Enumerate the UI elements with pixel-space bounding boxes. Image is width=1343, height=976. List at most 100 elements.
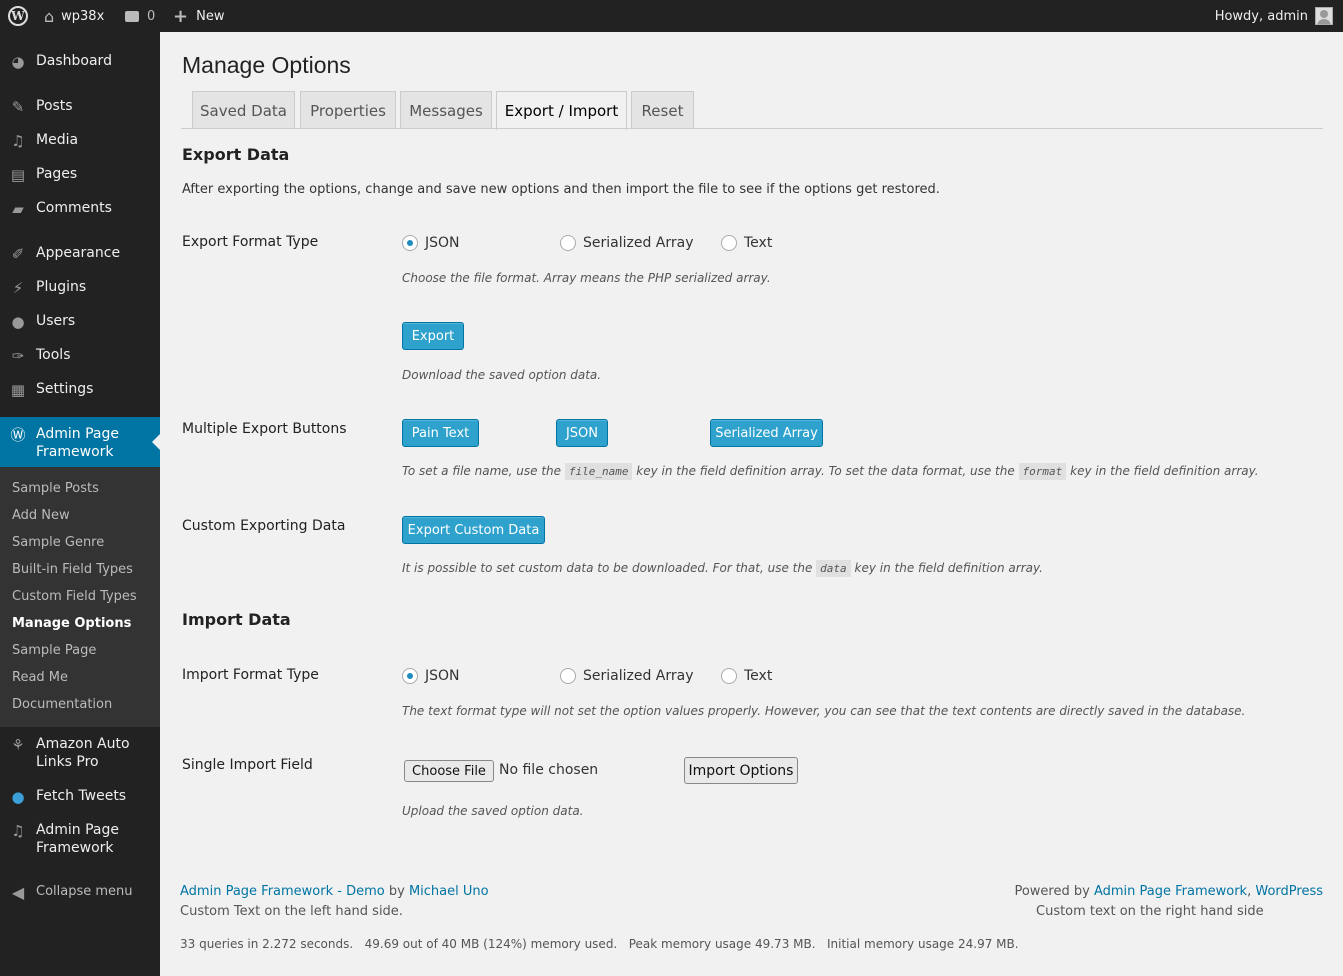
- submenu-sample-page[interactable]: Sample Page: [12, 643, 96, 658]
- tab-divider: [181, 128, 1323, 129]
- export-serialized-array-button[interactable]: Serialized Array: [710, 419, 823, 447]
- submenu-custom-field-types[interactable]: Custom Field Types: [12, 589, 137, 604]
- footer-right-credit: Powered by Admin Page Framework, WordPre…: [1014, 884, 1323, 899]
- pages-icon: ▤: [10, 166, 26, 184]
- export-custom-data-button[interactable]: Export Custom Data: [402, 516, 545, 544]
- submenu-add-new[interactable]: Add New: [12, 508, 70, 523]
- choose-file-button[interactable]: Choose File: [404, 760, 494, 782]
- menu-label: Tools: [36, 347, 71, 363]
- wrench-icon: ✑: [11, 347, 25, 365]
- wordpress-icon: Ⓦ: [10, 426, 26, 444]
- plus-icon: +: [173, 5, 189, 27]
- music-icon: ♫: [11, 822, 25, 840]
- menu-comments[interactable]: ▰ Comments: [0, 199, 160, 219]
- import-options-button[interactable]: Import Options: [684, 757, 798, 784]
- export-heading: Export Data: [182, 145, 290, 164]
- footer-apf-link[interactable]: Admin Page Framework: [1094, 884, 1247, 899]
- new-label: New: [196, 8, 225, 24]
- description-text: key in the field definition array. To se…: [636, 464, 1015, 478]
- export-json-button[interactable]: JSON: [556, 419, 608, 447]
- menu-plugins[interactable]: ⚡ Plugins: [0, 278, 160, 298]
- import-radio-json[interactable]: JSON: [402, 668, 460, 684]
- footer-author-link[interactable]: Michael Uno: [409, 884, 489, 899]
- menu-admin-page-framework-2[interactable]: ♫ Admin Page Framework: [0, 821, 160, 857]
- menu-dashboard[interactable]: ◕ Dashboard: [0, 52, 160, 72]
- howdy-text: Howdy, admin: [1214, 8, 1308, 24]
- new-content-link[interactable]: + New: [173, 0, 224, 32]
- menu-pages[interactable]: ▤ Pages: [0, 165, 160, 185]
- submenu-sample-genre[interactable]: Sample Genre: [12, 535, 104, 550]
- menu-admin-page-framework[interactable]: Ⓦ Admin Page Framework: [0, 417, 160, 467]
- amazon-icon: ⚘: [11, 736, 25, 754]
- import-field-label: Single Import Field: [182, 757, 313, 773]
- export-radio-text[interactable]: Text: [721, 235, 772, 251]
- tab-messages[interactable]: Messages: [400, 91, 492, 129]
- menu-users[interactable]: ● Users: [0, 312, 160, 332]
- description-text: key in the field definition array.: [1070, 464, 1259, 478]
- page-title: Manage Options: [182, 52, 351, 78]
- account-menu[interactable]: Howdy, admin: [1215, 0, 1333, 32]
- comments-link[interactable]: 0: [125, 0, 155, 32]
- export-format-description: Choose the file format. Array means the …: [402, 271, 771, 285]
- code-data: data: [816, 560, 851, 577]
- brush-icon: ✐: [11, 245, 25, 263]
- menu-media[interactable]: ♫ Media: [0, 131, 160, 151]
- footer-powered-text: Powered by: [1014, 884, 1090, 899]
- menu-label: Admin Page Framework: [36, 822, 119, 856]
- menu-posts[interactable]: ✎ Posts: [0, 97, 160, 117]
- custom-export-label: Custom Exporting Data: [182, 518, 346, 534]
- collapse-menu-button[interactable]: ◀ Collapse menu: [0, 883, 160, 903]
- submenu-read-me[interactable]: Read Me: [12, 670, 68, 685]
- footer-by-text: by: [388, 884, 405, 899]
- export-radio-json[interactable]: JSON: [402, 235, 460, 251]
- radio-circle: [721, 235, 737, 251]
- submenu-documentation[interactable]: Documentation: [12, 697, 112, 712]
- export-radio-serialized[interactable]: Serialized Array: [560, 235, 694, 251]
- submenu-sample-posts[interactable]: Sample Posts: [12, 481, 99, 496]
- footer-wordpress-link[interactable]: WordPress: [1255, 884, 1323, 899]
- tab-saved-data[interactable]: Saved Data: [192, 91, 295, 129]
- menu-amazon-auto-links-pro[interactable]: ⚘ Amazon Auto Links Pro: [0, 735, 160, 771]
- footer-left-credit: Admin Page Framework - Demo by Michael U…: [180, 884, 489, 899]
- submenu-builtin-field-types[interactable]: Built-in Field Types: [12, 562, 133, 577]
- radio-circle: [560, 235, 576, 251]
- menu-label: Comments: [36, 200, 112, 216]
- menu-tools[interactable]: ✑ Tools: [0, 346, 160, 366]
- import-radio-text[interactable]: Text: [721, 668, 772, 684]
- footer-demo-link[interactable]: Admin Page Framework - Demo: [180, 884, 385, 899]
- footer-left-custom: Custom Text on the left hand side.: [180, 904, 403, 919]
- site-name: wp38x: [61, 8, 105, 24]
- submenu: Sample Posts Add New Sample Genre Built-…: [0, 467, 160, 727]
- description-text: It is possible to set custom data to be …: [402, 561, 813, 575]
- menu-settings[interactable]: ▦ Settings: [0, 380, 160, 400]
- site-name-link[interactable]: ⌂ wp38x: [44, 0, 104, 32]
- submenu-manage-options[interactable]: Manage Options: [12, 616, 131, 631]
- multi-export-description: To set a file name, use the file_name ke…: [402, 463, 1259, 480]
- radio-label: Text: [744, 235, 773, 251]
- tab-export-import[interactable]: Export / Import: [496, 91, 627, 130]
- import-radio-serialized[interactable]: Serialized Array: [560, 668, 694, 684]
- radio-circle: [721, 668, 737, 684]
- menu-label: Plugins: [36, 279, 87, 295]
- menu-label: Amazon Auto Links Pro: [36, 736, 130, 770]
- radio-label: Serialized Array: [583, 668, 694, 684]
- export-plain-text-button[interactable]: Pain Text: [402, 419, 479, 447]
- export-button[interactable]: Export: [402, 322, 464, 350]
- home-icon: ⌂: [44, 6, 55, 26]
- description-text: key in the field definition array.: [854, 561, 1043, 575]
- tab-reset[interactable]: Reset: [631, 91, 694, 129]
- menu-label: Posts: [36, 98, 73, 114]
- footer-separator: ,: [1247, 884, 1252, 899]
- wordpress-icon: W: [8, 6, 28, 26]
- menu-appearance[interactable]: ✐ Appearance: [0, 244, 160, 264]
- radio-circle: [560, 668, 576, 684]
- export-description: Download the saved option data.: [402, 368, 602, 382]
- menu-label: Settings: [36, 381, 94, 397]
- wordpress-logo-button[interactable]: W: [8, 0, 28, 32]
- menu-fetch-tweets[interactable]: ● Fetch Tweets: [0, 787, 160, 807]
- no-file-chosen-text: No file chosen: [499, 762, 599, 778]
- tab-properties[interactable]: Properties: [300, 91, 396, 129]
- description-text: To set a file name, use the: [402, 464, 562, 478]
- menu-label: Appearance: [36, 245, 121, 261]
- import-format-description: The text format type will not set the op…: [402, 704, 1246, 718]
